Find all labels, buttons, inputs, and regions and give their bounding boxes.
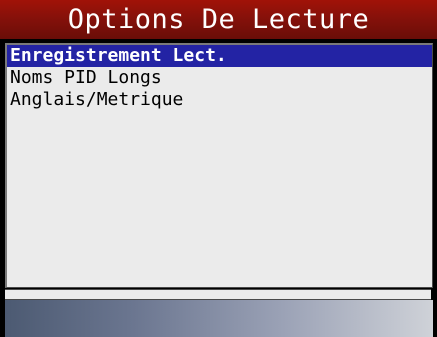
options-menu-list: Enregistrement Lect. Noms PID Longs Angl… [5,43,433,288]
screen-title: Options De Lecture [0,0,437,39]
menu-item-anglais-metrique[interactable]: Anglais/Metrique [7,89,432,111]
scan-tool-screen: Options De Lecture Enregistrement Lect. … [0,0,437,337]
menu-item-noms-pid-longs[interactable]: Noms PID Longs [7,67,432,89]
bottom-gradient-bar [5,300,433,337]
menu-item-enregistrement-lect[interactable]: Enregistrement Lect. [7,45,432,67]
status-strip [5,289,431,300]
